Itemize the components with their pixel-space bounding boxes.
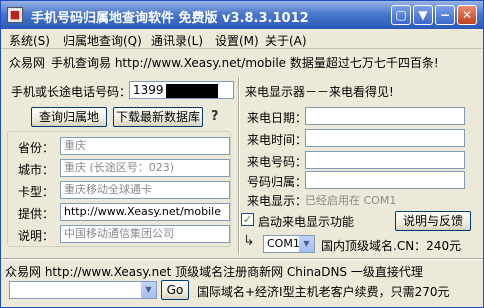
download-database-button[interactable]: 下载最新数据库	[113, 107, 203, 127]
province-label: 省份：	[18, 141, 55, 155]
call-number-label: 来电号码：	[247, 155, 308, 169]
card-type-field[interactable]: 重庆移动全球通卡	[60, 181, 230, 199]
phone-input[interactable]: 1399	[129, 81, 234, 99]
card-type-label: 卡型：	[18, 185, 55, 199]
ad-text[interactable]: 国际域名+经济Ⅰ型主机老客户续费，只需270元	[197, 283, 450, 300]
domain-price-text: 国内顶级域名.CN：240元	[321, 239, 462, 253]
dropdown-button[interactable]: ▼	[413, 5, 433, 25]
caller-status-value: 已经启用在 COM1	[305, 194, 397, 207]
restore-button[interactable]: ▢	[391, 5, 411, 25]
url-input[interactable]: ▼	[9, 281, 157, 299]
app-icon: ■	[7, 7, 23, 23]
query-button[interactable]: 查询归属地	[31, 107, 107, 127]
banner-site-name: 众易网	[9, 56, 46, 70]
menu-about[interactable]: 关于(A)	[265, 32, 307, 49]
call-date-label: 来电日期：	[247, 111, 308, 125]
go-button[interactable]: Go	[161, 280, 189, 300]
phone-value: 1399	[133, 83, 164, 97]
call-time-field[interactable]	[305, 129, 465, 147]
description-label: 说明：	[18, 229, 55, 243]
menu-bar: 系统(S) 归属地查询(Q) 通讯录(L) 设置(M) 关于(A)	[1, 29, 483, 49]
redaction-mask	[165, 83, 218, 98]
footer-text[interactable]: 众易网 http://www.Xeasy.net 顶级域名注册商新网 China…	[5, 263, 423, 280]
description-field[interactable]: 中国移动通信集团公司	[60, 225, 230, 243]
app-window: ■ 手机号码归属地查询软件 免费版 v3.8.3.1012 ▢ ▼ − ✕ 系统…	[0, 0, 484, 308]
result-group: 省份： 重庆 城市： 重庆 (长途区号：023) 卡型： 重庆移动全球通卡 提供…	[7, 131, 231, 247]
call-number-field[interactable]	[305, 151, 465, 169]
call-date-field[interactable]	[305, 107, 465, 125]
close-button[interactable]: ✕	[457, 5, 477, 25]
menu-settings[interactable]: 设置(M)	[215, 32, 259, 49]
menu-lookup[interactable]: 归属地查询(Q)	[63, 32, 142, 49]
bottom-separator	[1, 258, 483, 260]
com-port-select[interactable]: COM1 ▼	[263, 235, 315, 253]
feedback-button[interactable]: 说明与反馈	[395, 211, 471, 231]
city-label: 城市：	[18, 163, 55, 177]
caller-id-title: 来电显示器－－来电看得见!	[245, 85, 394, 99]
call-time-label: 来电时间：	[247, 133, 308, 147]
enable-caller-id-checkbox[interactable]: ✓	[241, 213, 254, 226]
vertical-divider	[238, 77, 240, 255]
number-location-label: 号码归属：	[247, 175, 308, 189]
enable-caller-id-label[interactable]: 启动来电显示功能	[258, 213, 354, 230]
chevron-down-icon[interactable]: ▼	[299, 236, 314, 252]
province-field[interactable]: 重庆	[60, 137, 230, 155]
provider-label: 提供：	[18, 207, 55, 221]
menu-contacts[interactable]: 通讯录(L)	[151, 32, 203, 49]
minimize-button[interactable]: −	[435, 5, 455, 25]
title-bar[interactable]: ■ 手机号码归属地查询软件 免费版 v3.8.3.1012 ▢ ▼ − ✕	[1, 1, 483, 29]
caller-status-label: 来电显示：	[247, 194, 308, 208]
help-icon[interactable]: ?	[211, 109, 219, 124]
menu-system[interactable]: 系统(S)	[9, 32, 50, 49]
number-location-field[interactable]	[305, 171, 465, 189]
banner-text: 手机查询易 http://www.Xeasy.net/mobile 数据量超过七…	[51, 56, 439, 70]
provider-field[interactable]: http://www.Xeasy.net/mobile	[60, 203, 230, 221]
city-field[interactable]: 重庆 (长途区号：023)	[60, 159, 230, 177]
com-port-value: COM1	[267, 237, 300, 250]
phone-label: 手机或长途电话号码：	[11, 85, 132, 99]
banner: 众易网 手机查询易 http://www.Xeasy.net/mobile 数据…	[5, 51, 479, 71]
window-title: 手机号码归属地查询软件 免费版 v3.8.3.1012	[31, 11, 309, 26]
arrow-icon: ↳	[243, 233, 255, 249]
chevron-down-icon[interactable]: ▼	[141, 282, 156, 298]
